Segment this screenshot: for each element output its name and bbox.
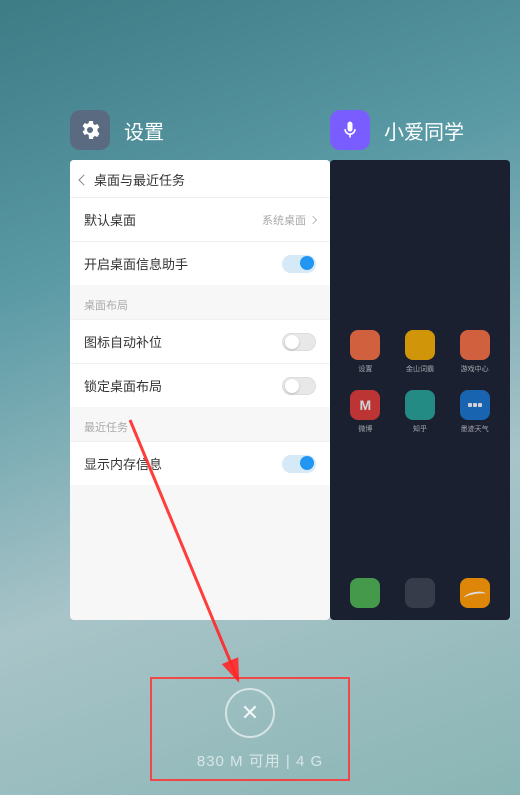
dock-browser-icon [460, 578, 490, 608]
home-row: M微博 知乎 墨迹天气 [330, 390, 510, 434]
row-lock-layout[interactable]: 锁定桌面布局 [70, 363, 330, 407]
home-dock [330, 578, 510, 608]
xiaoai-app-icon [330, 110, 370, 150]
toggle-lock-layout[interactable] [282, 377, 316, 395]
chevron-right-icon [309, 215, 317, 223]
settings-breadcrumb-row[interactable]: 桌面与最近任务 [70, 160, 330, 197]
row-info-assistant[interactable]: 开启桌面信息助手 [70, 241, 330, 285]
clear-all-button[interactable]: ✕ [225, 688, 275, 738]
row-label: 默认桌面 [84, 210, 136, 229]
row-show-memory[interactable]: 显示内存信息 [70, 441, 330, 485]
home-app-icon [350, 330, 380, 360]
section-header-recent: 最近任务 [70, 407, 330, 441]
home-row: 设置 金山词霸 游戏中心 [330, 330, 510, 374]
recent-app-xiaoai-header[interactable]: 小爱同学 [330, 110, 464, 150]
dock-folder-icon [405, 578, 435, 608]
gear-icon [78, 118, 102, 142]
mic-icon [340, 120, 360, 140]
breadcrumb: 桌面与最近任务 [94, 170, 185, 189]
home-app-icon: M [350, 390, 380, 420]
memory-status: 830 M 可用 | 4 G [0, 750, 520, 771]
recent-app-settings-title: 设置 [124, 116, 164, 145]
row-value: 系统桌面 [262, 212, 316, 228]
home-app-icon [405, 330, 435, 360]
close-icon: ✕ [241, 702, 259, 724]
recent-card-settings[interactable]: 桌面与最近任务 默认桌面 系统桌面 开启桌面信息助手 桌面布局 图标自动补位 锁… [70, 160, 330, 620]
row-auto-fill[interactable]: 图标自动补位 [70, 319, 330, 363]
toggle-auto-fill[interactable] [282, 333, 316, 351]
recent-app-settings-header[interactable]: 设置 [70, 110, 164, 150]
row-default-home[interactable]: 默认桌面 系统桌面 [70, 197, 330, 241]
chevron-left-icon [78, 174, 89, 185]
row-label: 开启桌面信息助手 [84, 254, 188, 273]
dock-phone-icon [350, 578, 380, 608]
row-label: 图标自动补位 [84, 332, 162, 351]
settings-app-icon [70, 110, 110, 150]
home-app-icon [460, 330, 490, 360]
home-app-icon [460, 390, 490, 420]
section-header-layout: 桌面布局 [70, 285, 330, 319]
toggle-info-assistant[interactable] [282, 255, 316, 273]
recent-app-xiaoai-title: 小爱同学 [384, 116, 464, 145]
recent-card-xiaoai[interactable]: 设置 金山词霸 游戏中心 M微博 知乎 墨迹天气 [330, 160, 510, 620]
row-label: 显示内存信息 [84, 454, 162, 473]
home-app-icon [405, 390, 435, 420]
toggle-show-memory[interactable] [282, 455, 316, 473]
row-label: 锁定桌面布局 [84, 376, 162, 395]
